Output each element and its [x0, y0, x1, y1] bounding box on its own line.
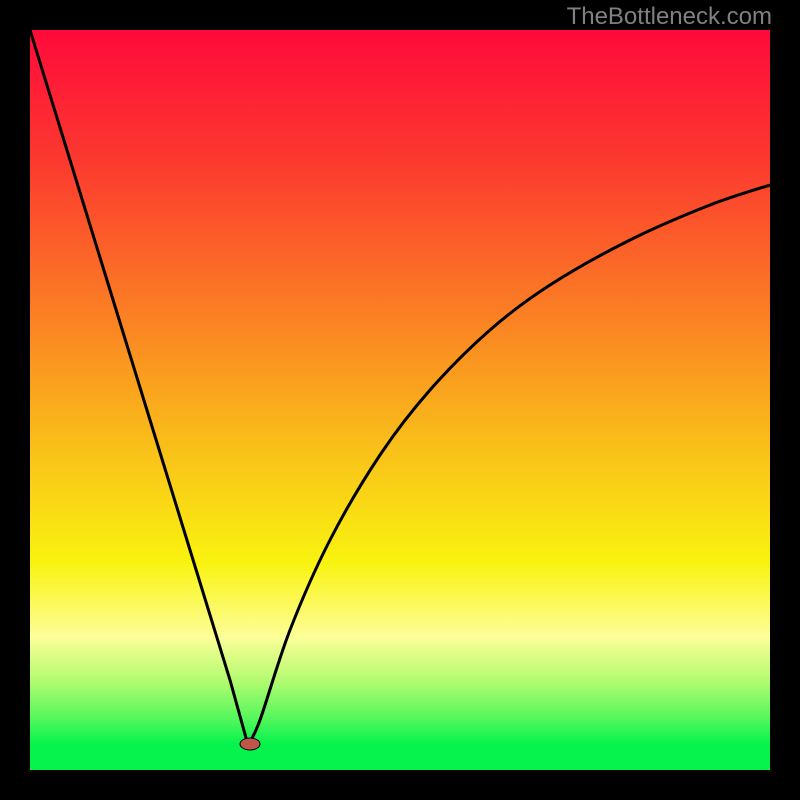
minimum-marker — [240, 738, 260, 750]
chart-svg — [30, 30, 770, 770]
plot-area — [30, 30, 770, 770]
watermark-text: TheBottleneck.com — [567, 3, 772, 31]
gradient-background — [30, 30, 770, 770]
